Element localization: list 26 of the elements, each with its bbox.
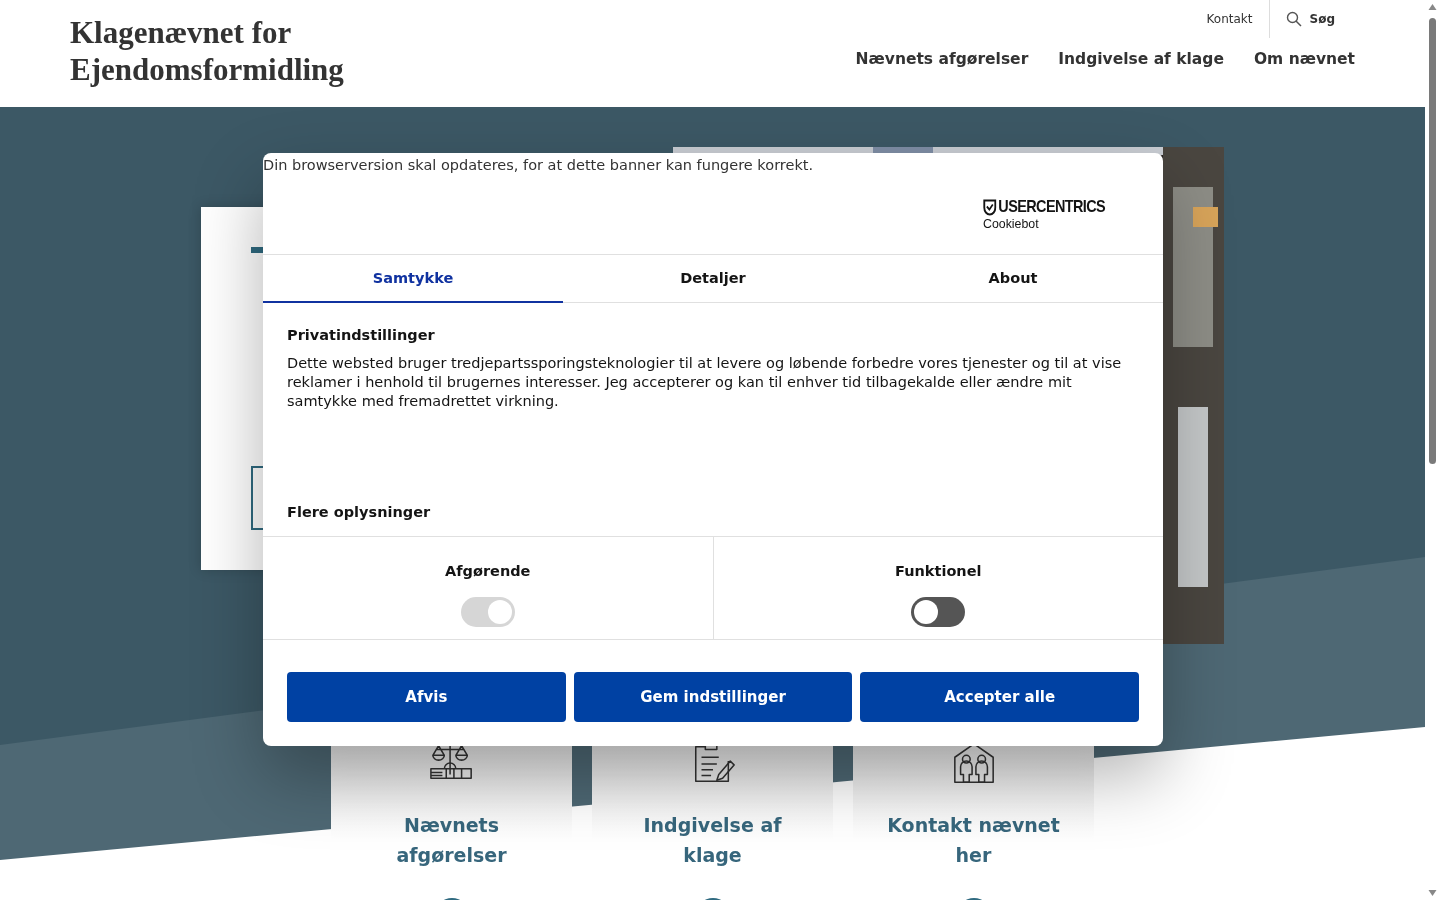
utility-link[interactable]: Kontakt [1190,0,1269,38]
consent-button[interactable]: Afvis [287,672,566,722]
consent-button[interactable]: Accepter alle [860,672,1139,722]
site-logo[interactable]: Klagenævnet for Ejendomsformidling [70,14,390,107]
brand-product: Cookiebot [983,216,1040,232]
shield-icon [983,198,997,216]
more-info-heading: Flere oplysninger [263,494,1163,538]
search-icon [1285,11,1302,27]
card-title: Kontakt nævnet her [886,813,1061,868]
nav-link[interactable]: Indgivelse af klage [1058,50,1224,68]
nav-link[interactable]: Nævnets afgørelser [855,50,1029,68]
nav-link[interactable]: Om nævnet [1253,50,1355,68]
section-heading: Privatindstillinger [287,327,436,343]
category-label: Funktionel [895,563,982,580]
toggle-switch[interactable] [911,597,966,628]
browser-notice: Din browserversion skal opdateres, for at dette banner kan fungere korrekt. [263,156,815,175]
card-title: Indgivelse af klage [642,813,783,868]
tab[interactable]: Samtykke [263,255,563,303]
category-label: Afgørende [445,563,531,580]
consent-button[interactable]: Gem indstillinger [573,672,853,722]
tab[interactable]: About [863,255,1163,303]
tab[interactable]: Detaljer [563,255,863,303]
search-link[interactable]: Søg [1268,0,1355,38]
consent-text: Dette websted bruger tredjepartssporingsteknologier til at levere og løbende forbedre vores tjenester og til at vise reklamer i henhold til brugernes interesser. Jeg accepterer og kan til enhver tid tilbagekalde eller ændre mit samtykke med fremadrettet virkning. [287,354,1123,411]
card-title: Nævnets afgørelser [395,813,508,868]
brand-name: USERCENTRICS [998,198,1106,216]
